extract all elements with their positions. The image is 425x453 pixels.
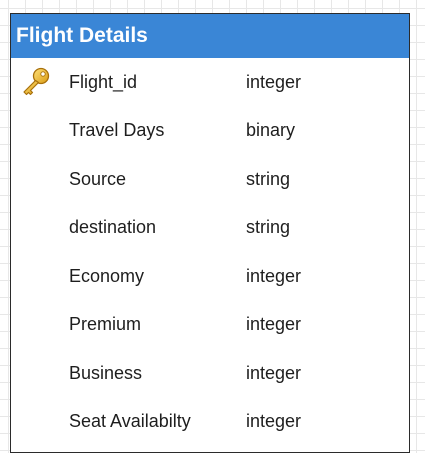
field-type: integer: [246, 71, 302, 92]
field-name: Travel Days: [69, 120, 165, 141]
field-row[interactable]: destination string: [11, 204, 409, 253]
field-type: integer: [246, 362, 302, 383]
field-name: Source: [69, 168, 127, 189]
field-row[interactable]: Travel Days binary: [11, 107, 409, 156]
field-name: Economy: [69, 265, 145, 286]
field-type: binary: [246, 120, 296, 141]
key-icon: [20, 67, 52, 97]
field-row[interactable]: Premium integer: [11, 301, 409, 350]
entity-table[interactable]: Flight Details Flight_id integer Travel …: [10, 13, 410, 453]
field-name: Flight_id: [69, 71, 138, 92]
field-row[interactable]: Flight_id integer: [11, 58, 409, 107]
entity-title: Flight Details: [11, 14, 409, 58]
field-type: string: [246, 217, 291, 238]
field-row[interactable]: Seat Availabilty integer: [11, 398, 409, 447]
field-name: Business: [69, 362, 143, 383]
field-name: Seat Availabilty: [69, 411, 191, 432]
field-name: destination: [69, 217, 157, 238]
field-row[interactable]: Business integer: [11, 349, 409, 398]
primary-key-cell: [11, 58, 61, 107]
field-list: Flight_id integer Travel Days binary Sou…: [11, 58, 409, 446]
field-type: integer: [246, 265, 302, 286]
field-type: integer: [246, 314, 302, 335]
field-row[interactable]: Economy integer: [11, 252, 409, 301]
field-type: integer: [246, 411, 302, 432]
field-name: Premium: [69, 314, 142, 335]
field-type: string: [246, 168, 291, 189]
field-row[interactable]: Source string: [11, 155, 409, 204]
